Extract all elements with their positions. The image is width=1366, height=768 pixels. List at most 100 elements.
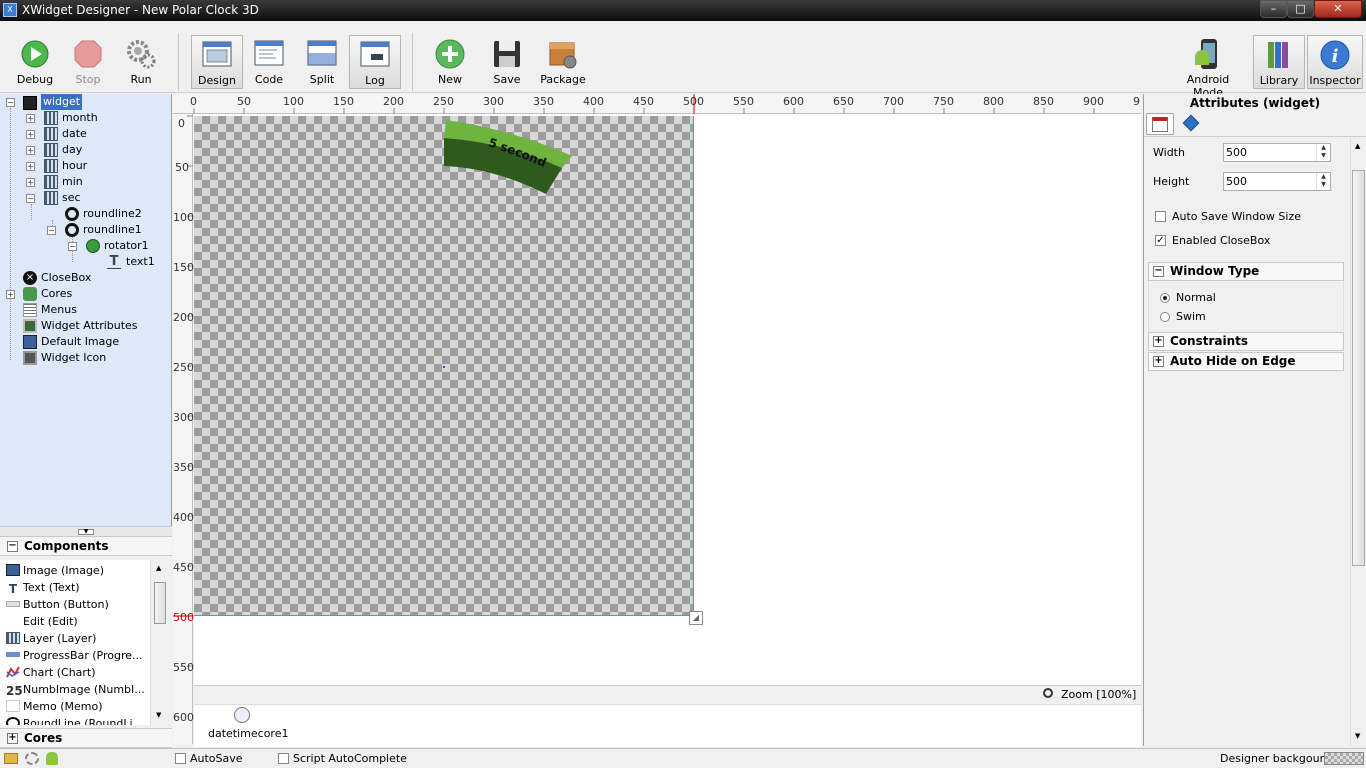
tree-expander[interactable]: + [6, 290, 15, 299]
save-button[interactable]: Save [481, 33, 533, 91]
tree-item-menus[interactable]: Menus [41, 302, 77, 318]
android-mode-button[interactable]: Android Mode [1175, 33, 1241, 99]
library-button[interactable]: Library [1253, 35, 1305, 89]
autosave-checkbox[interactable] [175, 753, 186, 764]
tree-item-widget-attributes[interactable]: Widget Attributes [41, 318, 138, 334]
tree-item-roundline1[interactable]: roundline1 [83, 222, 142, 238]
tree-item-date[interactable]: date [62, 126, 87, 142]
component-numbimage[interactable]: 25NumbImage (NumbI... [6, 681, 145, 698]
zoom-level[interactable]: Zoom [100%] [1061, 688, 1136, 701]
android-icon[interactable] [46, 752, 58, 765]
tree-expander[interactable]: + [26, 162, 35, 171]
height-label: Height [1153, 175, 1190, 188]
code-button[interactable]: Code [243, 33, 295, 91]
run-button[interactable]: Run [115, 33, 167, 91]
text-tool-icon: T [107, 255, 121, 269]
tree-item-default-image[interactable]: Default Image [41, 334, 119, 350]
cube-tab[interactable] [1177, 113, 1205, 135]
edit-icon [6, 615, 20, 627]
scroll-thumb[interactable] [1352, 170, 1365, 566]
tree-expander[interactable]: − [26, 194, 35, 203]
magnifier-icon[interactable] [1043, 688, 1053, 698]
components-header[interactable]: − Components [0, 536, 172, 556]
tree-item-closebox[interactable]: CloseBox [41, 270, 91, 286]
core-label[interactable]: datetimecore1 [208, 727, 288, 740]
chevron-down-icon[interactable]: ▼ [78, 529, 94, 535]
scroll-up-icon[interactable]: ▲ [1355, 142, 1360, 150]
panel-splitter[interactable]: ▼ [0, 526, 172, 536]
stop-button[interactable]: Stop [62, 33, 114, 91]
spin-arrows-icon[interactable]: ▲ ▼ [1316, 173, 1330, 190]
minimize-button[interactable]: – [1260, 0, 1287, 18]
cores-header[interactable]: + Cores [0, 728, 172, 748]
component-button[interactable]: Button (Button) [6, 596, 109, 613]
button-icon [6, 601, 20, 607]
tree-expander[interactable]: − [68, 242, 77, 251]
tree-expander[interactable]: + [26, 114, 35, 123]
tree-item-widget-icon[interactable]: Widget Icon [41, 350, 106, 366]
tree-item-widget[interactable]: widget [41, 94, 83, 110]
design-canvas[interactable]: 5 seconds ◢ [194, 114, 1141, 685]
layer-icon [44, 143, 58, 157]
scroll-down-icon[interactable]: ▼ [156, 711, 161, 719]
log-button[interactable]: Log [349, 35, 401, 89]
debug-button[interactable]: Debug [9, 33, 61, 91]
maximize-button[interactable]: □ [1287, 0, 1314, 18]
constraints-header[interactable]: + Constraints [1148, 332, 1344, 351]
script-autocomplete-checkbox[interactable] [278, 753, 289, 764]
tree-item-rotator1[interactable]: rotator1 [104, 238, 149, 254]
expand-icon: + [1153, 335, 1164, 347]
tree-item-min[interactable]: min [62, 174, 83, 190]
normal-radio[interactable] [1160, 293, 1170, 303]
component-edit[interactable]: Edit (Edit) [6, 613, 78, 630]
scroll-up-icon[interactable]: ▲ [156, 564, 161, 572]
design-button[interactable]: Design [191, 35, 243, 89]
component-progressbar[interactable]: ProgressBar (Progre... [6, 647, 143, 664]
tree-item-text1[interactable]: text1 [126, 254, 155, 270]
roundline-icon [65, 207, 79, 221]
gear-icon[interactable] [25, 752, 39, 765]
tree-expander[interactable]: − [6, 98, 15, 107]
component-chart[interactable]: Chart (Chart) [6, 664, 96, 681]
component-memo[interactable]: Memo (Memo) [6, 698, 103, 715]
inspector-button[interactable]: i Inspector [1307, 35, 1363, 89]
package-button[interactable]: Package [537, 33, 589, 91]
tree-expander[interactable]: + [26, 146, 35, 155]
swim-radio[interactable] [1160, 312, 1170, 322]
scroll-thumb[interactable] [154, 582, 166, 624]
tree-expander[interactable]: − [47, 226, 56, 235]
clock-icon[interactable] [234, 707, 250, 723]
tree-item-month[interactable]: month [62, 110, 98, 126]
tree-expander[interactable]: + [26, 130, 35, 139]
attributes-scrollbar[interactable]: ▲ ▼ [1350, 138, 1366, 746]
widget-surface[interactable]: 5 seconds [194, 116, 694, 616]
folder-icon[interactable] [4, 753, 18, 764]
scroll-down-icon[interactable]: ▼ [1355, 732, 1360, 740]
tree-item-roundline2[interactable]: roundline2 [83, 206, 142, 222]
component-image[interactable]: Image (Image) [6, 562, 104, 579]
tree-expander[interactable]: + [26, 178, 35, 187]
component-layer[interactable]: Layer (Layer) [6, 630, 96, 647]
width-spinner[interactable]: 500 ▲ ▼ [1223, 143, 1331, 162]
component-roundline[interactable]: RoundLine (RoundLi... [6, 715, 143, 725]
spin-arrows-icon[interactable]: ▲ ▼ [1316, 144, 1330, 161]
height-spinner[interactable]: 500 ▲ ▼ [1223, 172, 1331, 191]
auto-hide-header[interactable]: + Auto Hide on Edge [1148, 352, 1344, 371]
tree-item-sec[interactable]: sec [62, 190, 81, 206]
split-button[interactable]: Split [296, 33, 348, 91]
window-type-header[interactable]: − Window Type [1148, 262, 1344, 281]
components-scrollbar[interactable]: ▲ ▼ [150, 560, 171, 725]
component-text[interactable]: T Text (Text) [6, 579, 80, 596]
gears-icon [124, 37, 158, 71]
designer-background-swatch[interactable] [1324, 752, 1364, 765]
tree-item-day[interactable]: day [62, 142, 82, 158]
close-button[interactable]: ✕ [1314, 0, 1362, 18]
resize-grip-icon[interactable]: ◢ [689, 611, 703, 625]
tree-item-cores[interactable]: Cores [41, 286, 72, 302]
calendar-tab[interactable] [1146, 113, 1174, 135]
layer-icon [44, 159, 58, 173]
auto-save-size-checkbox[interactable] [1155, 211, 1166, 222]
new-button[interactable]: New [424, 33, 476, 91]
tree-item-hour[interactable]: hour [62, 158, 87, 174]
enabled-closebox-checkbox[interactable]: ✓ [1155, 235, 1166, 246]
